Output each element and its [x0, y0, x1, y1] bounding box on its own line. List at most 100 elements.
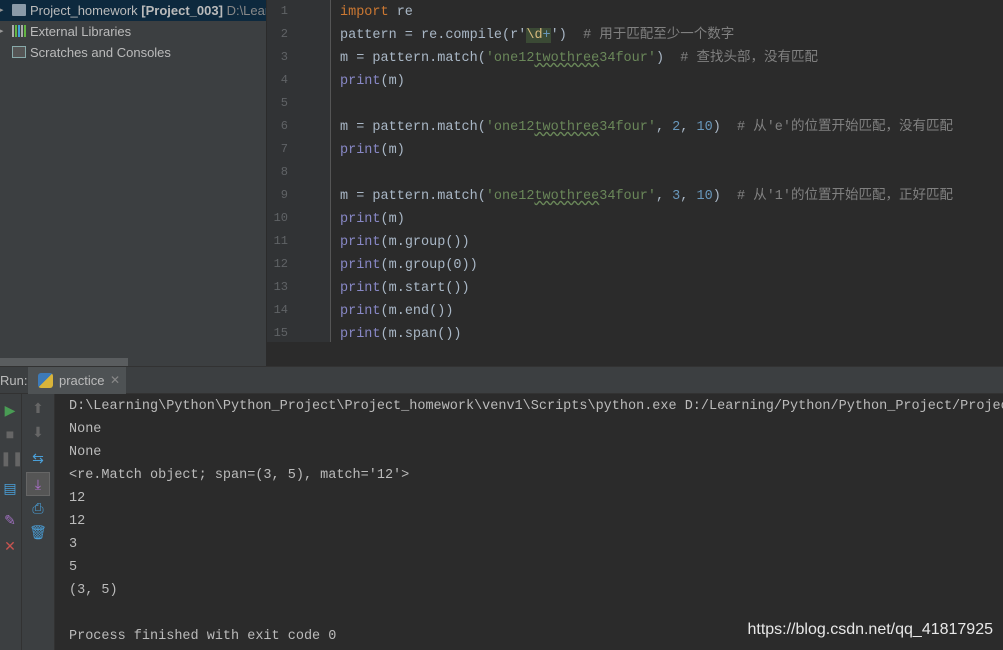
console-line: 12 [69, 491, 86, 506]
print-icon[interactable]: ⎙ [28, 500, 48, 516]
console-output[interactable]: D:\Learning\Python\Python_Project\Projec… [55, 394, 1003, 650]
code-token: pattern = re.compile(r' [340, 28, 527, 43]
tab-practice[interactable]: practice ✕ [28, 367, 126, 394]
code-token: print [340, 304, 381, 319]
code-token: 'one12 [485, 51, 535, 66]
editor-bottom-area [266, 342, 1003, 366]
line-number: 2 [280, 27, 288, 41]
code-token: (m.end()) [380, 304, 454, 319]
tab-label: practice [59, 373, 105, 388]
line-number: 10 [273, 211, 288, 225]
code-token: # 从'1'的位置开始匹配，正好匹配 [737, 189, 954, 204]
console-line: 5 [69, 560, 78, 575]
code-token: (m.group()) [380, 235, 470, 250]
code-token: , [680, 120, 697, 135]
sidebar-horizontal-scrollbar[interactable] [0, 358, 128, 366]
rerun-icon[interactable]: ▶ [0, 402, 20, 418]
project-path: D:\Lear [226, 3, 266, 18]
line-number: 13 [273, 280, 288, 294]
console-line: <re.Match object; span=(3, 5), match='12… [69, 468, 410, 483]
tree-item-scratches[interactable]: Scratches and Consoles [0, 42, 266, 63]
line-number: 15 [273, 326, 288, 340]
code-line: m = pattern.match('one12twothree34four')… [340, 47, 818, 70]
code-token: m = pattern.match( [340, 189, 486, 204]
line-number: 12 [273, 257, 288, 271]
run-tool-bar: Run: practice ✕ [0, 366, 1003, 394]
code-token: ') [550, 28, 584, 43]
code-token: \d [526, 28, 543, 43]
pin-icon[interactable]: ✎ [0, 512, 20, 528]
code-line: print(m) [340, 208, 405, 231]
code-token: m = pattern.match( [340, 120, 486, 135]
console-line: D:\Learning\Python\Python_Project\Projec… [69, 399, 1003, 414]
code-token: (m) [380, 143, 405, 158]
close-run-icon[interactable]: ✕ [0, 538, 20, 554]
code-token: print [340, 74, 381, 89]
arrow-up-icon[interactable]: ⬆ [28, 400, 48, 416]
library-icon [12, 25, 26, 37]
code-token: print [340, 212, 381, 227]
console-line: 12 [69, 514, 86, 529]
expand-arrow-icon[interactable]: ▸ [0, 21, 4, 42]
code-line: print(m) [340, 139, 405, 162]
code-token: twothree [534, 189, 600, 204]
code-line: print(m.start()) [340, 277, 470, 300]
line-number: 5 [280, 96, 288, 110]
line-number: 3 [280, 50, 288, 64]
python-icon [38, 373, 53, 388]
line-number: 4 [280, 73, 288, 87]
close-icon[interactable]: ✕ [110, 373, 120, 387]
line-number: 8 [280, 165, 288, 179]
console-line: None [69, 422, 102, 437]
code-token: 10 [696, 189, 713, 204]
code-token: re [388, 5, 413, 20]
code-line: print(m.group()) [340, 231, 470, 254]
tree-item-project[interactable]: ▸ Project_homework [Project_003] D:\Lear [0, 0, 266, 21]
stop-icon[interactable]: ■ [0, 426, 20, 442]
code-token: 34four' [599, 120, 656, 135]
run-left-toolbar: ▶ ■ ❚❚ ▤ ✎ ✕ [0, 394, 23, 650]
line-number: 6 [280, 119, 288, 133]
line-number: 14 [273, 303, 288, 317]
pause-icon[interactable]: ❚❚ [0, 450, 23, 466]
code-token: # 用于匹配至少一个数字 [583, 28, 735, 43]
project-name: Project_homework [30, 3, 138, 18]
code-token: print [340, 235, 381, 250]
soft-wrap-icon[interactable]: ⇆ [28, 450, 48, 466]
code-token: print [340, 258, 381, 273]
code-line: m = pattern.match('one12twothree34four',… [340, 185, 953, 208]
line-number-gutter: 1 2 3 4 5 6 7 8 9 10 11 12 13 14 15 [266, 0, 330, 342]
code-token: (m) [380, 74, 405, 89]
code-token: , [680, 189, 697, 204]
code-line: m = pattern.match('one12twothree34four',… [340, 116, 953, 139]
code-token: , [655, 120, 673, 135]
scroll-to-end-icon[interactable]: ⤓ [26, 472, 50, 496]
trash-icon[interactable]: 🗑 [28, 524, 48, 540]
code-token: twothree [534, 51, 600, 66]
code-editor[interactable]: import re pattern = re.compile(r'\d+') # … [330, 0, 1003, 342]
line-number: 11 [273, 234, 288, 248]
project-sidebar: ▸ Project_homework [Project_003] D:\Lear… [0, 0, 266, 366]
code-token: (m.span()) [380, 327, 462, 342]
code-token: # 查找头部，没有匹配 [680, 51, 818, 66]
code-token: import [340, 5, 389, 20]
code-token: 'one12 [485, 120, 535, 135]
line-number: 1 [280, 4, 288, 18]
code-token: # 从'e'的位置开始匹配，没有匹配 [737, 120, 954, 135]
tree-item-label: Scratches and Consoles [30, 45, 171, 60]
line-number: 9 [280, 188, 288, 202]
arrow-down-icon[interactable]: ⬇ [28, 424, 48, 440]
code-token: + [542, 28, 551, 43]
code-token: (m.start()) [380, 281, 470, 296]
restore-layout-icon[interactable]: ▤ [0, 480, 20, 496]
tree-item-label: External Libraries [30, 24, 132, 39]
expand-arrow-icon[interactable]: ▸ [0, 0, 4, 21]
code-token: ) [712, 189, 737, 204]
tree-item-external-libraries[interactable]: ▸ External Libraries [0, 21, 266, 42]
code-token: (m.group(0)) [380, 258, 478, 273]
project-module: [Project_003] [141, 3, 223, 18]
line-number: 7 [280, 142, 288, 156]
code-token: print [340, 143, 381, 158]
scratches-icon [12, 46, 26, 58]
code-line: import re [340, 1, 413, 24]
